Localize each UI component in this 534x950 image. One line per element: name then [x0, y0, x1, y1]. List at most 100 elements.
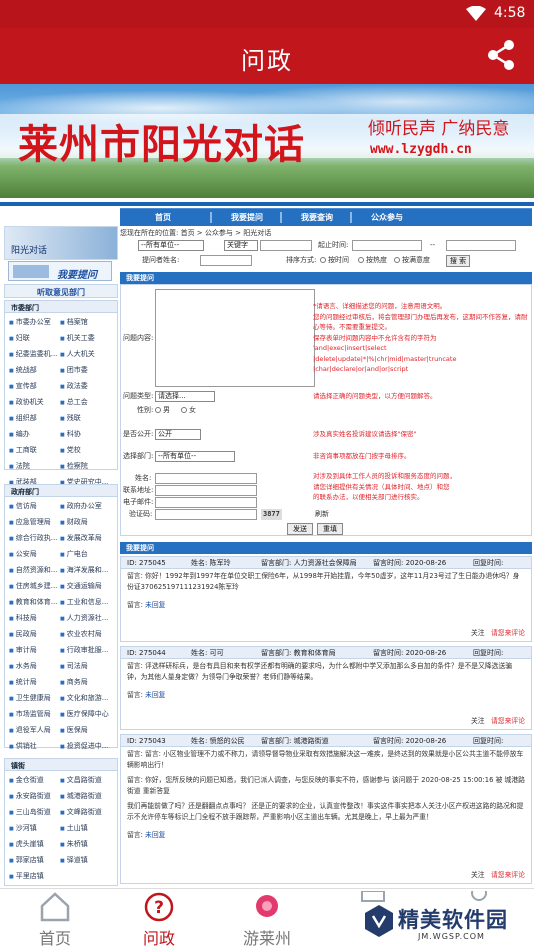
- question-card[interactable]: ID: 275043 姓名: 愤怒的公民 留言部门: 城港路街道 留言时间: 2020…: [120, 734, 532, 884]
- comment-link[interactable]: 请您来评论: [491, 871, 525, 879]
- dept-link[interactable]: 交通运输局: [60, 579, 111, 593]
- dept-link[interactable]: 残联: [60, 411, 111, 425]
- dept-link[interactable]: 土山镇: [60, 821, 111, 835]
- dept-link[interactable]: 医保局: [60, 723, 111, 737]
- dept-link[interactable]: 教育和体育...: [9, 595, 60, 609]
- reset-button[interactable]: 重填: [317, 523, 343, 535]
- dept-link[interactable]: 公安局: [9, 547, 60, 561]
- start-date-input[interactable]: [352, 240, 422, 251]
- dept-link[interactable]: 平里店镇: [9, 869, 60, 883]
- dept-link[interactable]: 沙河镇: [9, 821, 60, 835]
- dept-link[interactable]: 市场监管局: [9, 707, 60, 721]
- email-input[interactable]: [155, 497, 257, 508]
- keyword-input[interactable]: [260, 240, 312, 251]
- dept-link[interactable]: 党校: [60, 443, 111, 457]
- sort-satisfaction-radio[interactable]: 按满意度: [394, 255, 430, 266]
- dept-link[interactable]: 文昌路街道: [60, 773, 111, 787]
- dept-link[interactable]: 医疗保障中心: [60, 707, 111, 721]
- dept-link[interactable]: 司法局: [60, 659, 111, 673]
- dept-link[interactable]: 金仓街道: [9, 773, 60, 787]
- dept-link[interactable]: 驿道镇: [60, 853, 111, 867]
- dept-link[interactable]: 综合行政执...: [9, 531, 60, 545]
- dept-link[interactable]: 自然资源和...: [9, 563, 60, 577]
- dept-link[interactable]: 住房城乡建...: [9, 579, 60, 593]
- dept-link[interactable]: 统计局: [9, 675, 60, 689]
- type-select[interactable]: 请选择...: [155, 391, 215, 402]
- dept-link[interactable]: 郭家店镇: [9, 853, 60, 867]
- dept-link[interactable]: 文峰路街道: [60, 805, 111, 819]
- questioner-input[interactable]: [200, 255, 252, 266]
- address-input[interactable]: [155, 485, 257, 496]
- dept-link[interactable]: 市委办公室: [9, 315, 60, 329]
- tab-tour[interactable]: 游莱州: [212, 889, 322, 950]
- follow-link[interactable]: 关注: [471, 717, 485, 725]
- dept-link[interactable]: 机关工委: [60, 331, 111, 345]
- dept-link[interactable]: 科技局: [9, 611, 60, 625]
- submit-button[interactable]: 发送: [287, 523, 313, 535]
- dept-link[interactable]: 妇联: [9, 331, 60, 345]
- sort-hot-radio[interactable]: 按热度: [358, 255, 387, 266]
- captcha-input[interactable]: [155, 509, 257, 520]
- gender-female-radio[interactable]: 女: [181, 405, 196, 416]
- public-select[interactable]: 公开: [155, 429, 201, 440]
- dept-link[interactable]: 检察院: [60, 459, 111, 473]
- gender-male-radio[interactable]: 男: [155, 405, 170, 416]
- content-textarea[interactable]: [155, 289, 315, 387]
- dept-link[interactable]: 信访局: [9, 499, 60, 513]
- dept-link[interactable]: 审计局: [9, 643, 60, 657]
- dept-link[interactable]: 纪委监委机...: [9, 347, 60, 361]
- dept-link[interactable]: 统战部: [9, 363, 60, 377]
- dept-link[interactable]: 行政审批服...: [60, 643, 111, 657]
- dept-link[interactable]: 工业和信息...: [60, 595, 111, 609]
- unit-select[interactable]: --所有单位--: [155, 451, 235, 462]
- dept-link[interactable]: 应急管理局: [9, 515, 60, 529]
- dept-link[interactable]: 广电台: [60, 547, 111, 561]
- dept-link[interactable]: 组织部: [9, 411, 60, 425]
- ask-question-button[interactable]: 我要提问: [8, 261, 112, 281]
- nav-query[interactable]: 我要查询: [282, 212, 352, 223]
- dept-link[interactable]: 三山岛街道: [9, 805, 60, 819]
- dept-link[interactable]: 水务局: [9, 659, 60, 673]
- follow-link[interactable]: 关注: [471, 871, 485, 879]
- dept-link[interactable]: 农业农村局: [60, 627, 111, 641]
- dept-link[interactable]: 政协机关: [9, 395, 60, 409]
- captcha-refresh[interactable]: 刷新: [315, 509, 329, 520]
- nav-participate[interactable]: 公众参与: [352, 212, 422, 223]
- unit-filter-select[interactable]: --所有单位--: [138, 240, 204, 251]
- webview-content[interactable]: 首页 我要提问 我要查询 公众参与 阳光对话 我要提问 听取意见部门 市委部门 …: [0, 198, 534, 888]
- dept-link[interactable]: 发展改革局: [60, 531, 111, 545]
- dept-link[interactable]: 退役军人局: [9, 723, 60, 737]
- question-card[interactable]: ID: 275044 姓名: 可可 留言部门: 教育和体育局 留言时间: 2020-0…: [120, 646, 532, 730]
- dept-link[interactable]: 文化和旅游...: [60, 691, 111, 705]
- comment-link[interactable]: 请您来评论: [491, 717, 525, 725]
- dept-link[interactable]: 城港路街道: [60, 789, 111, 803]
- dept-link[interactable]: 法院: [9, 459, 60, 473]
- follow-link[interactable]: 关注: [471, 629, 485, 637]
- dept-link[interactable]: 科协: [60, 427, 111, 441]
- dept-link[interactable]: 档案馆: [60, 315, 111, 329]
- dept-link[interactable]: 永安路街道: [9, 789, 60, 803]
- dept-link[interactable]: 虎头崖镇: [9, 837, 60, 851]
- dept-link[interactable]: 卫生健康局: [9, 691, 60, 705]
- dept-link[interactable]: 海洋发展和...: [60, 563, 111, 577]
- question-card[interactable]: ID: 275045 姓名: 陈军玲 留言部门: 人力资源社会保障局 留言时间: 20…: [120, 556, 532, 642]
- dept-link[interactable]: 人力资源社...: [60, 611, 111, 625]
- end-date-input[interactable]: [446, 240, 516, 251]
- dept-link[interactable]: 朱桥镇: [60, 837, 111, 851]
- dept-link[interactable]: 投资促进中...: [60, 739, 111, 753]
- tab-wenzheng[interactable]: ? 问政: [104, 889, 214, 950]
- dept-link[interactable]: 总工会: [60, 395, 111, 409]
- dept-link[interactable]: 团市委: [60, 363, 111, 377]
- dept-link[interactable]: 财政局: [60, 515, 111, 529]
- dept-link[interactable]: 政府办公室: [60, 499, 111, 513]
- comment-link[interactable]: 请您来评论: [491, 629, 525, 637]
- dept-link[interactable]: 民政局: [9, 627, 60, 641]
- nav-ask[interactable]: 我要提问: [212, 212, 282, 223]
- dept-link[interactable]: 供销社: [9, 739, 60, 753]
- sort-time-radio[interactable]: 按时间: [320, 255, 349, 266]
- dept-link[interactable]: 编办: [9, 427, 60, 441]
- dept-link[interactable]: 宣传部: [9, 379, 60, 393]
- keyword-select[interactable]: 关键字: [224, 240, 258, 251]
- share-icon[interactable]: [486, 38, 516, 72]
- search-button[interactable]: 搜 索: [446, 255, 470, 267]
